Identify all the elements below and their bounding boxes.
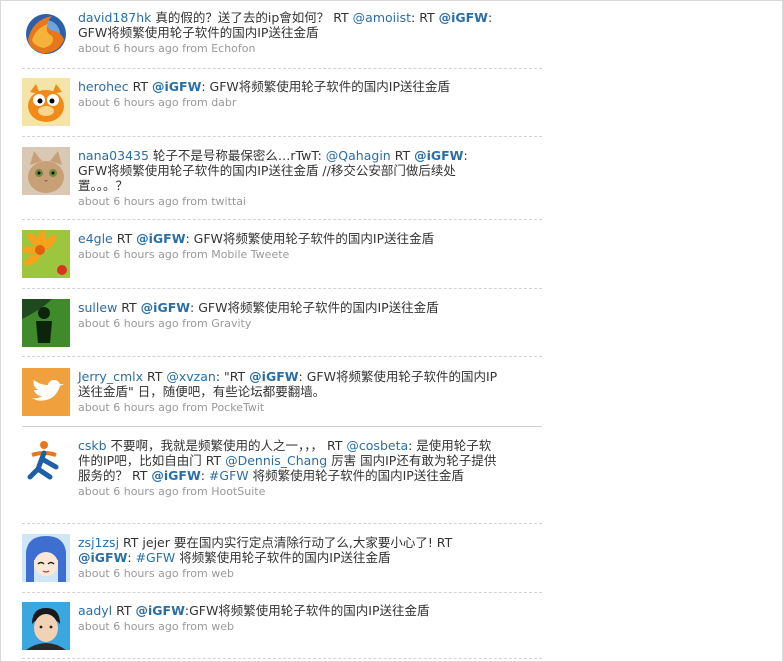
tweet-body: herohec RT @iGFW: GFW将频繁使用轮子软件的国内IP送往金盾 …: [78, 79, 498, 110]
hashtag-link[interactable]: #GFW: [209, 468, 249, 483]
username-link[interactable]: cskb: [78, 438, 107, 453]
tweet-text-segment: RT: [117, 300, 141, 315]
tweet-text: zsj1zsj RT jejer 要在国内实行定点清除行动了么,大家要小心了! …: [78, 535, 498, 565]
tweet-meta[interactable]: about 6 hours ago from PockeTwit: [78, 401, 498, 415]
runner-logo-avatar[interactable]: [22, 437, 70, 485]
tweet-body: Jerry_cmlx RT @xvzan: "RT @iGFW: GFW将频繁使…: [78, 369, 498, 415]
tweet-text-segment: 将频繁使用轮子软件的国内IP送往金盾: [175, 550, 391, 565]
mention-link[interactable]: @iGFW: [136, 231, 185, 246]
tweet-text-segment: RT: [128, 79, 152, 94]
tweet-text-segment: : GFW将频繁使用轮子软件的国内IP送往金盾: [201, 79, 451, 94]
tweet-meta[interactable]: about 6 hours ago from HootSuite: [78, 485, 498, 499]
username-link[interactable]: zsj1zsj: [78, 535, 119, 550]
username-link[interactable]: herohec: [78, 79, 129, 94]
mention-link[interactable]: @iGFW: [152, 79, 201, 94]
tweet-text-segment: RT: [390, 148, 415, 163]
tweet-text-segment: 将频繁使用轮子软件的国内IP送往金盾: [248, 468, 464, 483]
username-link[interactable]: Jerry_cmlx: [78, 369, 143, 384]
tweet-divider: [22, 68, 542, 69]
tweet-text-segment: :: [127, 550, 136, 565]
tweet-text-segment: :: [200, 468, 209, 483]
tweet-text: herohec RT @iGFW: GFW将频繁使用轮子软件的国内IP送往金盾: [78, 79, 498, 94]
tweet-text-segment: 不要啊，我就是频繁使用的人之一，，， RT: [106, 438, 347, 453]
tweet-text-segment: RT: [143, 369, 167, 384]
tweet-body: aadyl RT @iGFW:GFW将频繁使用轮子软件的国内IP送往金盾 abo…: [78, 603, 498, 634]
tweet-divider: [22, 523, 542, 524]
mention-link[interactable]: @iGFW: [151, 468, 200, 483]
tweet-text-segment: RT jejer 要在国内实行定点清除行动了么,大家要小心了! RT: [119, 535, 453, 550]
username-link[interactable]: e4gle: [78, 231, 113, 246]
tweet-text: Jerry_cmlx RT @xvzan: "RT @iGFW: GFW将频繁使…: [78, 369, 498, 399]
tweet-meta[interactable]: about 6 hours ago from Gravity: [78, 317, 498, 331]
flower-avatar[interactable]: [22, 230, 70, 278]
tweet-body: cskb 不要啊，我就是频繁使用的人之一，，， RT @cosbeta: 是使用…: [78, 438, 498, 499]
tweet-divider: [22, 426, 542, 427]
person-photo-avatar[interactable]: [22, 602, 70, 650]
mention-link[interactable]: @iGFW: [414, 148, 463, 163]
tweet-text: nana03435 轮子不是号称最保密么…rTwT: @Qahagin RT @…: [78, 148, 498, 193]
tweet-text-segment: : "RT: [215, 369, 250, 384]
mention-link[interactable]: @iGFW: [249, 369, 298, 384]
username-link[interactable]: aadyl: [78, 603, 112, 618]
mention-link[interactable]: @Qahagin: [326, 148, 391, 163]
tweet-meta[interactable]: about 6 hours ago from Echofon: [78, 42, 498, 56]
tweet-text-segment: : GFW将频繁使用轮子软件的国内IP送往金盾: [185, 231, 435, 246]
green-figure-avatar[interactable]: [22, 299, 70, 347]
tweet-text: cskb 不要啊，我就是频繁使用的人之一，，， RT @cosbeta: 是使用…: [78, 438, 498, 483]
mention-link[interactable]: @iGFW: [141, 300, 190, 315]
tweet-body: nana03435 轮子不是号称最保密么…rTwT: @Qahagin RT @…: [78, 148, 498, 209]
mention-link[interactable]: @xvzan: [166, 369, 215, 384]
tweet-meta[interactable]: about 6 hours ago from Mobile Tweete: [78, 248, 498, 262]
firefox-avatar[interactable]: [22, 10, 70, 58]
mention-link[interactable]: @iGFW: [135, 603, 184, 618]
username-link[interactable]: david187hk: [78, 10, 151, 25]
username-link[interactable]: nana03435: [78, 148, 149, 163]
mention-link[interactable]: @Dennis_Chang: [225, 453, 327, 468]
tweet-text: e4gle RT @iGFW: GFW将频繁使用轮子软件的国内IP送往金盾: [78, 231, 498, 246]
tweet-body: e4gle RT @iGFW: GFW将频繁使用轮子软件的国内IP送往金盾 ab…: [78, 231, 498, 262]
cat-avatar[interactable]: [22, 147, 70, 195]
hashtag-link[interactable]: #GFW: [136, 550, 176, 565]
username-link[interactable]: sullew: [78, 300, 117, 315]
tweet-meta[interactable]: about 6 hours ago from web: [78, 620, 498, 634]
tweet-text-segment: RT: [112, 231, 137, 246]
garfield-avatar[interactable]: [22, 78, 70, 126]
tweet-text-segment: :GFW将频繁使用轮子软件的国内IP送往金盾: [184, 603, 430, 618]
tweet-divider: [22, 658, 542, 659]
tweet-divider: [22, 356, 542, 357]
tweet-meta[interactable]: about 6 hours ago from twittai: [78, 195, 498, 209]
twitter-bird-avatar[interactable]: [22, 368, 70, 416]
tweet-text-segment: RT: [112, 603, 136, 618]
tweet-divider: [22, 288, 542, 289]
tweet-body: sullew RT @iGFW: GFW将频繁使用轮子软件的国内IP送往金盾 a…: [78, 300, 498, 331]
tweet-text-segment: 轮子不是号称最保密么…rTwT:: [148, 148, 326, 163]
tweet-divider: [22, 136, 542, 137]
tweet-body: zsj1zsj RT jejer 要在国内实行定点清除行动了么,大家要小心了! …: [78, 535, 498, 581]
tweet-text: sullew RT @iGFW: GFW将频繁使用轮子软件的国内IP送往金盾: [78, 300, 498, 315]
mention-link[interactable]: @cosbeta: [346, 438, 408, 453]
tweet-divider: [22, 219, 542, 220]
tweet-meta[interactable]: about 6 hours ago from web: [78, 567, 498, 581]
mention-link[interactable]: @iGFW: [78, 550, 127, 565]
mention-link[interactable]: @iGFW: [439, 10, 488, 25]
tweet-text-segment: 真的假的？送了去的ip會如何？ RT: [151, 10, 353, 25]
tweet-divider: [22, 592, 542, 593]
tweet-text-segment: : RT: [411, 10, 439, 25]
tweet-text: aadyl RT @iGFW:GFW将频繁使用轮子软件的国内IP送往金盾: [78, 603, 498, 618]
tweet-text: david187hk 真的假的？送了去的ip會如何？ RT @amoiist: …: [78, 10, 498, 40]
tweet-body: david187hk 真的假的？送了去的ip會如何？ RT @amoiist: …: [78, 10, 498, 56]
tweet-meta[interactable]: about 6 hours ago from dabr: [78, 96, 498, 110]
mention-link[interactable]: @amoiist: [353, 10, 411, 25]
anime-girl-avatar[interactable]: [22, 534, 70, 582]
tweet-text-segment: : GFW将频繁使用轮子软件的国内IP送往金盾: [190, 300, 439, 315]
